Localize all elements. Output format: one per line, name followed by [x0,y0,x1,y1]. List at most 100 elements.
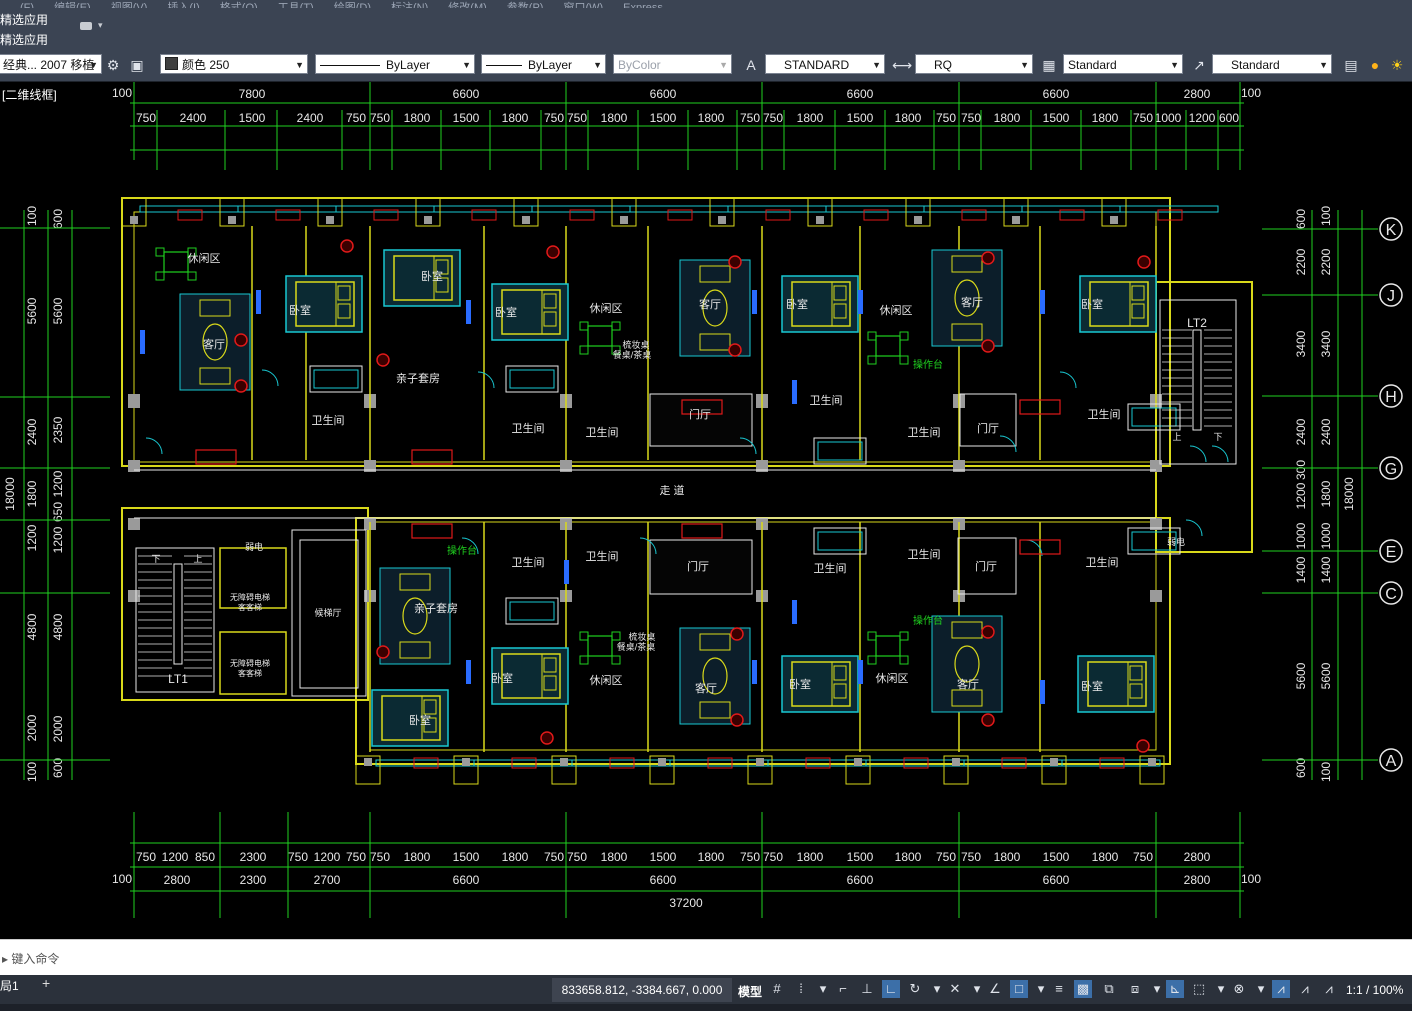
stair-direction: 上 [1172,432,1181,442]
object-track-icon[interactable]: ∠ [986,980,1004,998]
transparency-icon[interactable]: ▩ [1074,980,1092,998]
door-swing [1059,371,1077,389]
dimension-sub: 750 [961,111,981,125]
chevron-down-icon: ▼ [295,60,304,70]
dynamic-input-icon[interactable]: ⊥ [858,980,876,998]
dimension-right: 1000 [1319,522,1333,549]
chevron-down-icon[interactable]: ▾ [928,980,946,998]
dimstyle-dropdown[interactable]: RQ ▼ [915,54,1033,74]
door-swing [261,369,279,387]
chevron-down-icon[interactable]: ▾ [98,20,103,31]
workspace-dropdown[interactable]: 经典... 2007 移植 ▼ [0,54,102,74]
chair [899,631,909,641]
plant-pot [981,625,995,639]
chevron-down-icon[interactable]: ▾ [814,980,832,998]
ribbon-tab-featured[interactable]: 精选应用 [0,11,48,29]
gear-icon[interactable]: ⚙ [104,56,122,74]
mleaderstyle-dropdown[interactable]: Standard ▼ [1212,54,1332,74]
selection-filter-icon[interactable]: ⬚ [1190,980,1208,998]
column [326,216,334,224]
command-prompt[interactable]: ▸ 键入命令 [2,950,59,967]
chevron-down-icon[interactable]: ▾ [1032,980,1050,998]
blue-marker [792,600,797,624]
selection-cycling-icon[interactable]: ⧉ [1100,980,1118,998]
dimension-sub: 750 [763,850,783,864]
textstyle-dropdown[interactable]: STANDARD ▼ [765,54,885,74]
dimension-total: 7800 [239,87,266,101]
dimension-sub: 1000 [1155,111,1182,125]
dimension-sub: 750 [346,850,366,864]
tablestyle-dropdown[interactable]: Standard ▼ [1063,54,1183,74]
dimension-sub: 750 [544,111,564,125]
coordinate-readout[interactable]: 833658.812, -3384.667, 0.000 [552,978,732,1002]
line-sample [320,65,380,66]
grid-icon[interactable]: # [768,980,786,998]
chevron-down-icon: ▼ [1170,60,1179,70]
dimension-sub: 1500 [1043,111,1070,125]
isodraft-icon[interactable]: ✕ [946,980,964,998]
drawing-canvas[interactable]: 7800 6600 6600 6600 6600 2800 100 100 750 2400 150… [0,81,1412,939]
dimension-left: 1200 [25,524,39,551]
document-tabs-strip [0,1004,1412,1011]
dimension-left: 2000 [51,715,65,742]
dimension-right: 2400 [1319,418,1333,445]
plotstyle-dropdown[interactable]: ByColor ▼ [613,54,732,74]
model-space-button[interactable]: 模型 [738,983,762,1000]
sun-icon[interactable]: ☀ [1388,56,1406,74]
linetype-dropdown[interactable]: ByLayer ▼ [315,54,475,74]
column [130,216,138,224]
dimension-left: 1200 [51,470,65,497]
workspace-settings-icon[interactable]: ▣ [128,56,146,74]
3d-osnap-icon[interactable]: ⧈ [1126,980,1144,998]
dimension-left: 650 [51,502,65,522]
room-label: 卧室 [1081,679,1103,693]
osnap-icon[interactable]: □ [1010,980,1028,998]
room-label: 休闲区 [876,671,909,685]
dimension-right: 1000 [1294,522,1308,549]
south-inner-wall [369,521,1157,751]
dimension-total: 6600 [1043,873,1070,887]
polar-icon[interactable]: ↻ [906,980,924,998]
dimension-sub: 1500 [650,111,677,125]
blue-marker [140,330,145,354]
room-label: 客厅 [957,677,979,691]
chevron-down-icon[interactable]: ▾ [968,980,986,998]
mleader-style-icon[interactable]: ↗ [1190,56,1208,74]
column [560,758,568,766]
lineweight-icon[interactable]: ≡ [1050,980,1068,998]
lineweight-dropdown[interactable]: ByLayer ▼ [481,54,606,74]
bulb-icon[interactable]: ● [1366,56,1384,74]
ortho-icon[interactable]: ∟ [882,980,900,998]
room-label: 门厅 [689,407,711,421]
text-style-icon[interactable]: A [742,56,760,74]
room-label: 休闲区 [590,673,623,687]
dimension-sub: 1200 [1189,111,1216,125]
auto-scale-icon[interactable]: ⩘ [1296,980,1314,998]
annotation-scale-icon[interactable]: ⩘ [1320,980,1338,998]
door-swing [1211,445,1229,463]
chair [867,631,877,641]
color-dropdown[interactable]: 颜色 250 ▼ [160,54,308,74]
dimension-right: 5600 [1319,662,1333,689]
layer-icon[interactable]: ▤ [1342,56,1360,74]
dynamic-ucs-icon[interactable]: ⊾ [1166,980,1184,998]
command-line[interactable]: ▸ 键入命令 [0,939,1412,976]
camera-icon[interactable] [80,22,92,30]
column [658,758,666,766]
scale-readout[interactable]: 1:1 / 100% [1346,983,1403,997]
annotation-visibility-icon[interactable]: ⩘ [1272,980,1290,998]
snap-icon[interactable]: ⁞ [792,980,810,998]
axis-label: C [1385,586,1397,603]
chevron-down-icon[interactable]: ▾ [1212,980,1230,998]
chevron-down-icon[interactable]: ▾ [1252,980,1270,998]
dimension-sub: 1800 [601,850,628,864]
gizmo-icon[interactable]: ⊗ [1230,980,1248,998]
dim-style-icon[interactable]: ⟷ [892,56,912,74]
infer-constraints-icon[interactable]: ⌐ [834,980,852,998]
radiator [681,523,723,539]
layout-tab[interactable]: 局1 [0,977,19,994]
table-style-icon[interactable]: ▦ [1040,56,1058,74]
chevron-down-icon[interactable]: ▾ [1148,980,1166,998]
add-layout-icon[interactable]: + [42,975,50,991]
dimension-right: 300 [1294,460,1308,480]
